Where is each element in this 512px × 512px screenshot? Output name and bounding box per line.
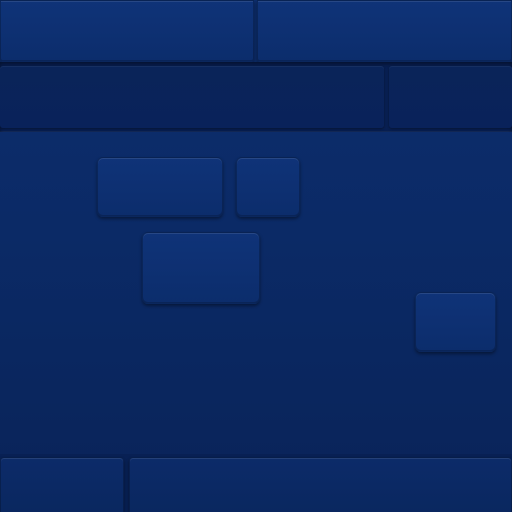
band-left-segment[interactable]	[0, 66, 384, 128]
top-toolbar	[0, 0, 512, 64]
bottom-toolbar	[0, 454, 512, 512]
app-screen	[0, 0, 512, 512]
top-toolbar-right-panel[interactable]	[257, 0, 512, 62]
band-right-segment[interactable]	[389, 66, 512, 128]
top-toolbar-left-panel[interactable]	[0, 0, 254, 62]
bottom-toolbar-left-panel[interactable]	[0, 457, 124, 512]
workspace-tile-4[interactable]	[415, 292, 496, 352]
workspace-tile-3[interactable]	[142, 232, 260, 304]
workspace-tile-2[interactable]	[236, 157, 300, 217]
recessed-band	[0, 62, 512, 132]
bottom-toolbar-right-panel[interactable]	[129, 457, 512, 512]
workspace-tile-1[interactable]	[97, 157, 223, 217]
